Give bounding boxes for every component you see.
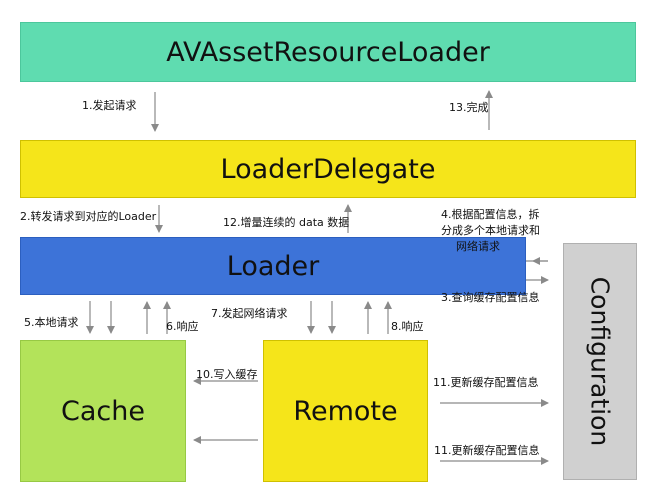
cache-title: Cache bbox=[61, 395, 145, 427]
label-step-3: 3.查询缓存配置信息 bbox=[441, 291, 540, 304]
label-step-11-lower: 11.更新缓存配置信息 bbox=[434, 444, 540, 457]
label-step-4-line3: 网络请求 bbox=[456, 240, 500, 253]
label-step-1: 1.发起请求 bbox=[82, 99, 137, 112]
label-step-10: 10.写入缓存 bbox=[196, 368, 258, 381]
label-step-13: 13.完成 bbox=[449, 101, 489, 114]
loader-box: Loader bbox=[20, 237, 526, 295]
delegate-title: LoaderDelegate bbox=[220, 153, 436, 185]
config-title: Configuration bbox=[585, 276, 615, 447]
label-step-7: 7.发起网络请求 bbox=[211, 307, 288, 320]
label-step-4-line2: 分成多个本地请求和 bbox=[441, 224, 540, 237]
loader-delegate-box: LoaderDelegate bbox=[20, 140, 636, 198]
configuration-box: Configuration bbox=[563, 243, 637, 480]
label-step-4-line1: 4.根据配置信息，拆 bbox=[441, 208, 540, 221]
remote-box: Remote bbox=[263, 340, 428, 482]
label-step-6: 6.响应 bbox=[166, 320, 199, 333]
label-step-12: 12.增量连续的 data 数据 bbox=[223, 216, 350, 229]
cache-box: Cache bbox=[20, 340, 186, 482]
avasset-resource-loader-box: AVAssetResourceLoader bbox=[20, 22, 636, 82]
loader-title: Loader bbox=[226, 250, 320, 282]
label-step-8: 8.响应 bbox=[391, 320, 424, 333]
avasset-title: AVAssetResourceLoader bbox=[166, 36, 490, 68]
remote-title: Remote bbox=[293, 395, 398, 427]
label-step-5: 5.本地请求 bbox=[24, 316, 79, 329]
label-step-11-upper: 11.更新缓存配置信息 bbox=[433, 376, 539, 389]
label-step-2: 2.转发请求到对应的Loader bbox=[20, 210, 157, 223]
